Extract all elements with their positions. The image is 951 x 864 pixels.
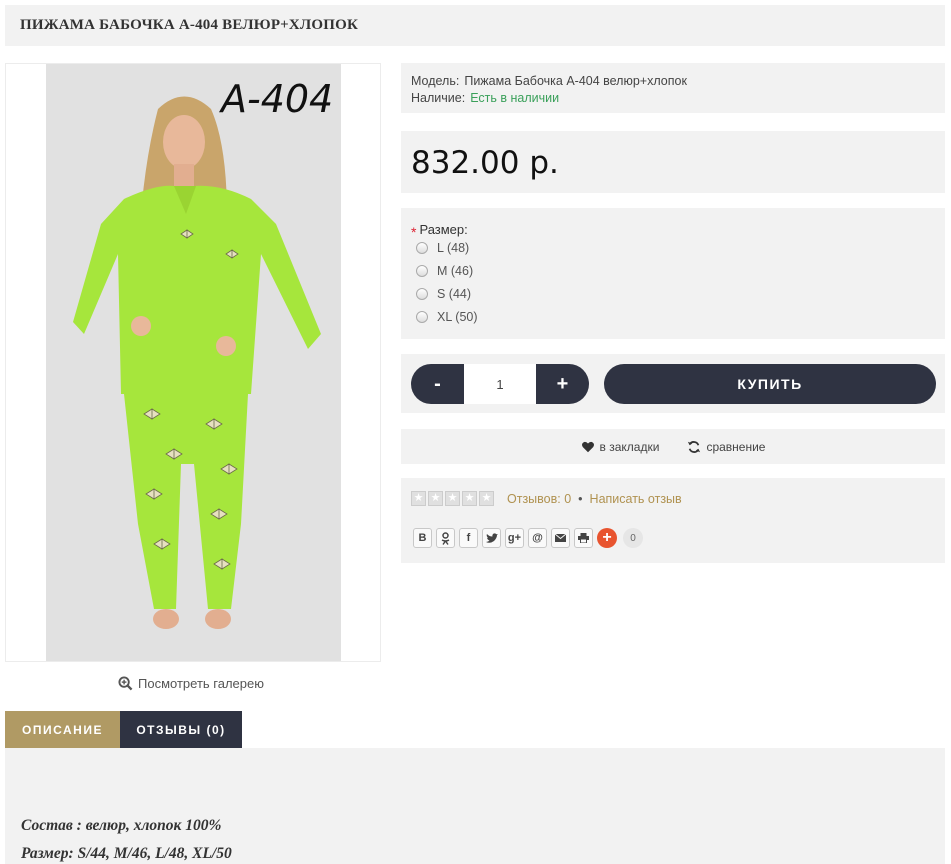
buy-button[interactable]: КУПИТЬ bbox=[604, 364, 936, 404]
size-label-s: S (44) bbox=[437, 287, 472, 301]
stock-label: Наличие: bbox=[411, 91, 466, 105]
size-option-l[interactable]: L (48) bbox=[416, 241, 469, 255]
view-gallery-label: Посмотреть галерею bbox=[138, 676, 264, 691]
reviews-panel: ★ ★ ★ ★ ★ Отзывов: 0 • Написать отзыв B … bbox=[401, 478, 945, 563]
heart-icon bbox=[581, 441, 594, 452]
quantity-input[interactable]: 1 bbox=[464, 364, 536, 404]
radio-l[interactable] bbox=[416, 242, 428, 254]
description-sizes: Размер: S/44, M/46, L/48, XL/50 bbox=[21, 845, 232, 862]
size-label-m: M (46) bbox=[437, 264, 474, 278]
radio-xl[interactable] bbox=[416, 311, 428, 323]
twitter-icon bbox=[485, 532, 498, 543]
review-separator: • bbox=[578, 492, 583, 506]
write-review-link[interactable]: Написать отзыв bbox=[590, 492, 682, 506]
zoom-in-icon bbox=[118, 676, 133, 691]
size-option-label: Размер: bbox=[419, 222, 468, 237]
model-value: Пижама Бабочка А-404 велюр+хлопок bbox=[464, 74, 687, 88]
ok-icon bbox=[441, 531, 450, 545]
gplus-share-button[interactable]: g+ bbox=[505, 528, 524, 548]
star-icon: ★ bbox=[428, 491, 443, 506]
radio-m[interactable] bbox=[416, 265, 428, 277]
envelope-icon bbox=[555, 534, 566, 542]
size-option-title: * Размер: bbox=[411, 221, 468, 240]
print-button[interactable] bbox=[574, 528, 593, 548]
facebook-share-button[interactable]: f bbox=[459, 528, 478, 548]
refresh-icon bbox=[688, 440, 701, 453]
quantity-stepper: - 1 + bbox=[411, 364, 589, 404]
radio-s[interactable] bbox=[416, 288, 428, 300]
share-buttons: B f g+ @ + 0 bbox=[413, 528, 643, 548]
size-option-s[interactable]: S (44) bbox=[416, 287, 471, 301]
product-title-bar: ПИЖАМА БАБОЧКА А-404 ВЕЛЮР+ХЛОПОК bbox=[5, 5, 945, 46]
product-photo-label: A-404 bbox=[218, 77, 333, 121]
vk-share-button[interactable]: B bbox=[413, 528, 432, 548]
stock-row: Наличие: Есть в наличии bbox=[411, 90, 935, 107]
model-label: Модель: bbox=[411, 74, 460, 88]
share-count-badge: 0 bbox=[623, 528, 643, 548]
size-label-xl: XL (50) bbox=[437, 310, 478, 324]
rating-stars: ★ ★ ★ ★ ★ bbox=[411, 491, 494, 506]
decrease-quantity-button[interactable]: - bbox=[411, 364, 464, 404]
compare-label: сравнение bbox=[706, 439, 766, 454]
star-icon: ★ bbox=[462, 491, 477, 506]
product-meta-panel: Модель: Пижама Бабочка А-404 велюр+хлопок… bbox=[401, 63, 945, 113]
email-share-button[interactable] bbox=[551, 528, 570, 548]
star-icon: ★ bbox=[411, 491, 426, 506]
tab-reviews[interactable]: ОТЗЫВЫ (0) bbox=[120, 711, 242, 748]
size-option-m[interactable]: M (46) bbox=[416, 264, 473, 278]
tab-description[interactable]: ОПИСАНИЕ bbox=[5, 711, 120, 748]
price-panel: 832.00 р. bbox=[401, 131, 945, 193]
twitter-share-button[interactable] bbox=[482, 528, 501, 548]
reviews-count-link[interactable]: Отзывов: 0 bbox=[507, 492, 571, 506]
add-to-compare-link[interactable]: сравнение bbox=[687, 440, 765, 454]
size-label-l: L (48) bbox=[437, 241, 470, 255]
required-mark: * bbox=[411, 224, 417, 240]
star-icon: ★ bbox=[479, 491, 494, 506]
printer-icon bbox=[578, 533, 589, 543]
buy-panel: - 1 + КУПИТЬ bbox=[401, 354, 945, 413]
product-photo[interactable]: A-404 bbox=[46, 64, 341, 662]
product-price: 832.00 р. bbox=[411, 145, 559, 181]
wishlist-label: в закладки bbox=[599, 439, 660, 454]
add-to-wishlist-link[interactable]: в закладки bbox=[581, 439, 660, 454]
size-option-xl[interactable]: XL (50) bbox=[416, 310, 478, 324]
description-composition: Состав : велюр, хлопок 100% bbox=[21, 817, 222, 834]
star-icon: ★ bbox=[445, 491, 460, 506]
size-options-panel: * Размер: L (48) M (46) S (44) XL (50) bbox=[401, 208, 945, 339]
model-row: Модель: Пижама Бабочка А-404 велюр+хлопок bbox=[411, 73, 935, 90]
product-actions-panel: в закладки сравнение bbox=[401, 429, 945, 464]
review-links: Отзывов: 0 • Написать отзыв bbox=[507, 492, 682, 506]
page-title: ПИЖАМА БАБОЧКА А-404 ВЕЛЮР+ХЛОПОК bbox=[20, 17, 359, 33]
product-image-frame[interactable]: A-404 bbox=[5, 63, 381, 662]
more-share-button[interactable]: + bbox=[597, 528, 617, 548]
view-gallery-link[interactable]: Посмотреть галерею bbox=[118, 676, 264, 691]
mail-ru-share-button[interactable]: @ bbox=[528, 528, 547, 548]
description-content: Состав : велюр, хлопок 100% Размер: S/44… bbox=[5, 748, 945, 864]
ok-share-button[interactable] bbox=[436, 528, 455, 548]
stock-status: Есть в наличии bbox=[470, 91, 560, 105]
increase-quantity-button[interactable]: + bbox=[536, 364, 589, 404]
